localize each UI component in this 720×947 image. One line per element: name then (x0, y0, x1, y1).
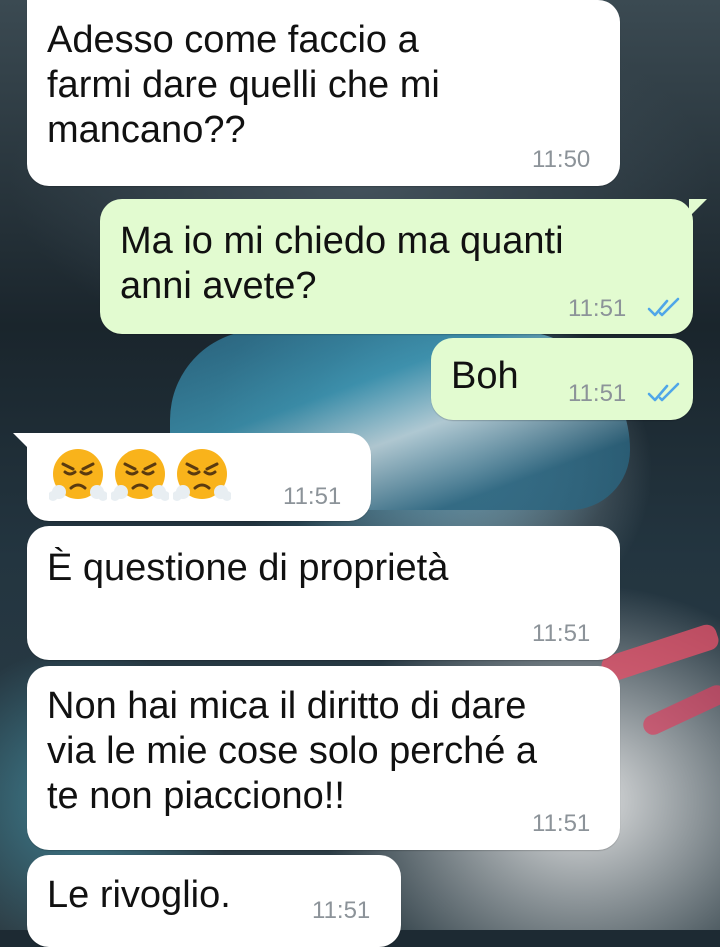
incoming-message[interactable]: Adesso come faccio a farmi dare quelli c… (27, 0, 620, 186)
message-timestamp: 11:51 (568, 295, 627, 322)
read-receipt-icon (647, 297, 680, 317)
read-receipt-icon (647, 382, 680, 402)
message-timestamp: 11:50 (532, 146, 591, 173)
message-timestamp: 11:51 (568, 380, 627, 407)
outgoing-message[interactable]: Ma io mi chiedo ma quanti anni avete? 11… (100, 199, 707, 334)
message-text: Ma io mi chiedo ma quanti anni avete? (120, 220, 564, 307)
message-timestamp: 11:51 (312, 897, 371, 924)
face-with-steam-from-nose-icon (111, 449, 169, 501)
message-text: Non hai mica il diritto di dare via le m… (47, 685, 538, 817)
message-list[interactable]: Adesso come faccio a farmi dare quelli c… (0, 0, 720, 947)
bubble-tail (689, 199, 707, 217)
message-timestamp: 11:51 (283, 483, 342, 510)
message-timestamp: 11:51 (532, 810, 591, 837)
message-text: Adesso come faccio a farmi dare quelli c… (47, 19, 440, 151)
incoming-message[interactable]: 11:51 (13, 433, 371, 521)
incoming-message[interactable]: Non hai mica il diritto di dare via le m… (27, 666, 620, 850)
message-text: Boh (451, 355, 519, 397)
face-with-steam-from-nose-icon (173, 449, 231, 501)
incoming-message[interactable]: Le rivoglio. 11:51 (27, 855, 401, 947)
face-with-steam-from-nose-icon (49, 449, 107, 501)
outgoing-message[interactable]: Boh 11:51 (431, 338, 693, 420)
incoming-message[interactable]: È questione di proprietà 11:51 (27, 526, 620, 660)
message-text: È questione di proprietà (47, 547, 449, 589)
message-text: Le rivoglio. (47, 874, 231, 916)
bubble-tail (13, 433, 31, 451)
message-timestamp: 11:51 (532, 620, 591, 647)
emoji-row (49, 445, 231, 503)
